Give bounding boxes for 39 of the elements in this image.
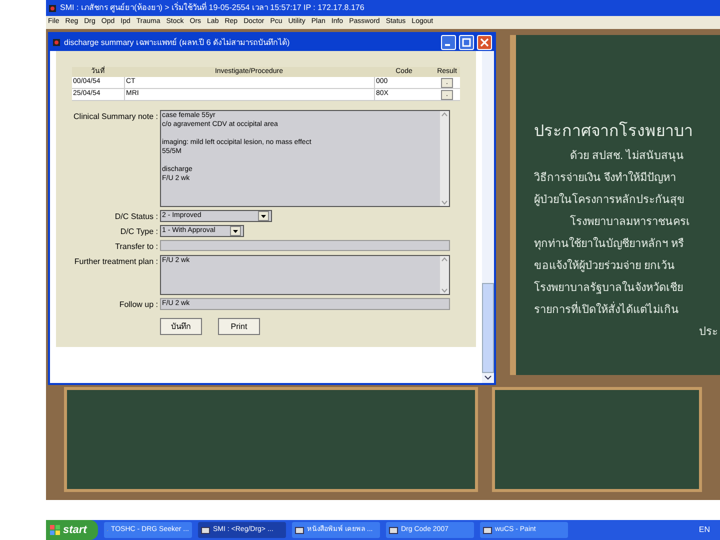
scrollbar[interactable] bbox=[440, 256, 449, 294]
board-text: วิธีการจ่ายเงิน จึงทำให้มีปัญหา bbox=[534, 171, 678, 185]
close-icon bbox=[480, 38, 489, 47]
app-icon bbox=[48, 4, 57, 12]
board-text: โรงพยาบาลรัฐบาลในจังหวัดเชีย bbox=[534, 281, 684, 295]
dropdown-button[interactable] bbox=[230, 226, 241, 236]
min-button[interactable] bbox=[441, 35, 456, 50]
field-label: Transfer to : bbox=[114, 241, 158, 252]
language-indicator[interactable]: EN bbox=[698, 524, 720, 536]
print-button[interactable]: Print bbox=[218, 318, 260, 335]
board-text: ผู้ป่วยในโครงการหลักประกันสุข bbox=[534, 193, 686, 207]
board-heading: ประกาศจากโรงพยาบา bbox=[534, 123, 694, 141]
window-title: SMI : เภสัชกร ศูนย์ยา(ห้องยา) > เริ่มใช้วันที่ 19-05-2554 เวลา 15:57:17 IP : 172.17.8.176 bbox=[60, 2, 364, 14]
board-text: ด้วย สปสช. ไม่สนับสนุน bbox=[569, 149, 686, 163]
scrollbar[interactable] bbox=[440, 111, 449, 206]
field-label: Follow up : bbox=[118, 299, 158, 310]
scroll-thumb[interactable] bbox=[482, 283, 494, 373]
caret-icon bbox=[233, 230, 238, 232]
field-label: D/C Type : bbox=[119, 226, 158, 237]
app-icon bbox=[52, 38, 61, 47]
max-button[interactable] bbox=[459, 35, 474, 50]
start-button[interactable]: start bbox=[46, 520, 98, 540]
maximize-icon bbox=[462, 38, 471, 47]
input-field[interactable] bbox=[160, 240, 450, 251]
field-label: D/C Status : bbox=[114, 211, 158, 222]
close-button[interactable] bbox=[477, 35, 492, 50]
windows-logo-icon bbox=[50, 525, 60, 535]
board-text: ทุกท่านใช้ยาในบัญชียาหลักฯ หรื bbox=[534, 237, 686, 251]
dialog-title: discharge summary เฉพาะแพทย์ (ผลท.ปี 6 ดังไม่สามารถบันทึกได้) bbox=[64, 36, 291, 48]
field-label: Further treatment plan : bbox=[73, 256, 158, 267]
board-text: ประ bbox=[699, 325, 719, 339]
save-button[interactable]: บันทึก bbox=[160, 318, 202, 335]
board-text: รายการที่เปิดให้สั่งได้แต่ไม่เกิน bbox=[534, 303, 720, 317]
board-text: โรงพยาบาลมหาราชนครเ bbox=[569, 215, 691, 229]
field-label: Clinical Summary note : bbox=[72, 111, 158, 122]
caret-icon bbox=[261, 214, 266, 218]
board-text: ขอแจ้งให้ผู้ป่วยร่วมจ่าย ยกเว้น bbox=[534, 259, 676, 273]
dropdown-button[interactable] bbox=[258, 211, 269, 221]
scrollbar[interactable] bbox=[482, 51, 494, 383]
